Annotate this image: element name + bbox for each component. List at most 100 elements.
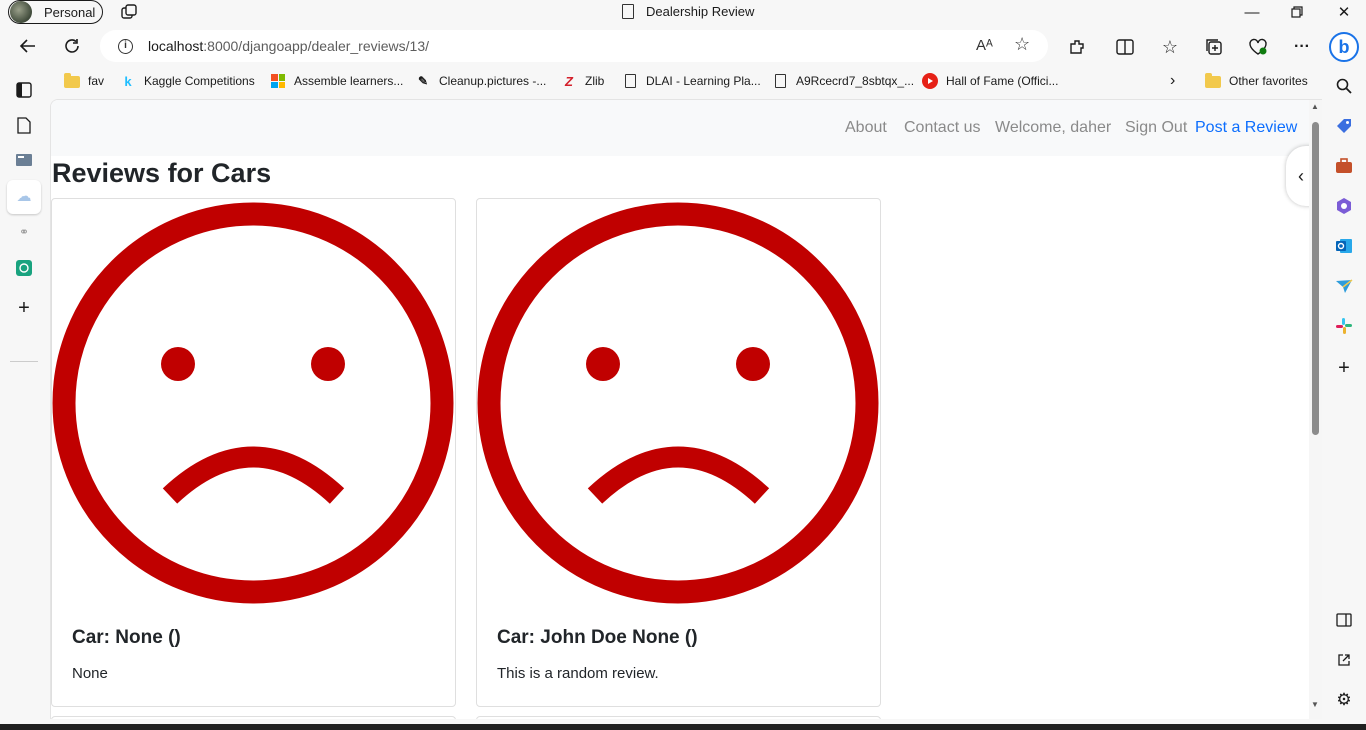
folder-icon (64, 73, 80, 89)
back-arrow-icon (19, 39, 35, 53)
add-sidebar-app-plus-icon[interactable]: + (1334, 357, 1354, 379)
scrollbar-thumb[interactable] (1312, 122, 1319, 435)
review-car-title: Car: John Doe None () (497, 627, 698, 648)
review-card: Car: John Doe None () This is a random r… (476, 198, 881, 707)
vertical-tabs-bar: ☁ ⚭ + (0, 74, 48, 724)
site-navbar: About Contact us Welcome, daher Sign Out… (51, 100, 1309, 156)
favorite-item[interactable]: k Kaggle Competitions (120, 72, 254, 90)
nav-about-link[interactable]: About (845, 119, 887, 137)
tab-dealership-review[interactable] (14, 115, 34, 135)
post-review-link[interactable]: Post a Review (1195, 119, 1297, 137)
window-title-text: Dealership Review (646, 4, 755, 19)
refresh-icon (65, 39, 79, 53)
microsoft365-icon[interactable] (1334, 196, 1354, 216)
cleanup-icon: ✎ (417, 74, 429, 88)
tab-actions-icon[interactable] (14, 80, 34, 100)
favorite-label: Zlib (585, 74, 605, 88)
shopping-tag-icon[interactable] (1334, 116, 1354, 136)
other-favorites-label: Other favorites (1229, 74, 1308, 88)
workspaces-icon[interactable] (120, 3, 138, 21)
minimize-button[interactable]: — (1243, 3, 1261, 21)
page-icon (772, 73, 788, 89)
site-info-icon[interactable]: i (118, 38, 133, 54)
chevron-left-icon: ‹ (1298, 165, 1304, 186)
next-review-card-edge (51, 716, 456, 719)
favorite-item[interactable]: Z Zlib (561, 72, 604, 90)
kaggle-icon: k (124, 73, 132, 89)
slack-icon[interactable] (1334, 316, 1354, 336)
profile-label: Personal (44, 4, 96, 20)
favorite-item[interactable]: Hall of Fame (Offici... (922, 72, 1058, 90)
url-path: :8000/djangoapp/dealer_reviews/13/ (203, 38, 429, 54)
review-car-title: Car: None () (72, 627, 181, 648)
nav-signout-link[interactable]: Sign Out (1125, 119, 1187, 137)
settings-gear-icon[interactable]: ⚙ (1334, 690, 1354, 710)
page-viewport: About Contact us Welcome, daher Sign Out… (50, 99, 1322, 719)
os-taskbar (0, 724, 1366, 730)
read-aloud-icon[interactable]: Aᴬ (976, 37, 993, 54)
favorite-label: fav (88, 74, 105, 88)
url-host: localhost (148, 38, 204, 54)
refresh-button[interactable] (60, 34, 84, 58)
favorite-label: Cleanup.pictures -... (439, 74, 547, 88)
favorite-item[interactable]: ✎ Cleanup.pictures -... (415, 72, 546, 90)
extensions-icon[interactable] (1067, 37, 1087, 57)
more-options-icon[interactable]: ··· (1292, 37, 1312, 57)
favorite-label: Hall of Fame (Offici... (946, 74, 1059, 88)
page-icon (17, 116, 31, 134)
tab-cloud[interactable]: ☁ (14, 186, 34, 206)
external-link-icon[interactable] (1334, 650, 1354, 670)
favorite-star-icon[interactable]: ☆ (1014, 34, 1030, 55)
address-bar[interactable]: i localhost:8000/djangoapp/dealer_review… (100, 30, 1048, 62)
favorite-label: A9Rcecrd7_8sbtqx_... (796, 74, 915, 88)
favorite-item[interactable]: DLAI - Learning Pla... (622, 72, 761, 90)
tools-briefcase-icon[interactable] (1334, 156, 1354, 176)
favorites-overflow-chevron-icon[interactable]: › (1170, 72, 1175, 90)
tabs-divider (10, 361, 38, 362)
tab-link[interactable]: ⚭ (14, 222, 34, 242)
outlook-icon[interactable] (1334, 236, 1354, 256)
edge-sidebar: + ⚙ (1323, 68, 1366, 724)
split-screen-icon[interactable] (1115, 37, 1135, 57)
favorite-item[interactable]: A9Rcecrd7_8sbtqx_... (772, 72, 914, 90)
favorite-label: DLAI - Learning Pla... (646, 74, 761, 88)
next-review-card-edge (476, 716, 881, 719)
collections-icon[interactable] (1204, 37, 1224, 57)
favorite-label: Assemble learners... (294, 74, 404, 88)
favorite-item[interactable]: fav (64, 72, 104, 90)
tab-terminal[interactable] (14, 150, 34, 170)
drop-send-icon[interactable] (1334, 276, 1354, 296)
cloud-icon: ☁ (16, 188, 32, 205)
other-favorites[interactable]: Other favorites (1205, 72, 1308, 90)
review-card: Car: None () None (51, 198, 456, 707)
nav-welcome-user[interactable]: Welcome, daher (995, 119, 1111, 137)
link-icon: ⚭ (18, 225, 30, 239)
search-icon[interactable] (1334, 76, 1354, 96)
profile-avatar (10, 1, 32, 23)
new-tab-plus-icon[interactable]: + (14, 297, 34, 319)
sad-face-icon (52, 202, 454, 604)
back-button[interactable] (16, 34, 40, 58)
copilot-icon[interactable]: b (1329, 32, 1359, 62)
url-text[interactable]: localhost:8000/djangoapp/dealer_reviews/… (148, 38, 429, 54)
microsoft-icon (270, 73, 286, 89)
tab-chatgpt[interactable] (14, 258, 34, 278)
favorites-icon[interactable]: ☆ (1160, 37, 1180, 57)
sad-face-icon (477, 202, 879, 604)
review-text: None (72, 665, 108, 682)
zlib-icon: Z (565, 73, 573, 89)
favorite-item[interactable]: Assemble learners... (270, 72, 403, 90)
hide-sidebar-icon[interactable] (1334, 610, 1354, 630)
restore-icon (1291, 6, 1303, 18)
page-icon (622, 4, 634, 19)
chatgpt-icon (16, 260, 32, 276)
scroll-down-arrow-icon[interactable]: ▼ (1311, 700, 1319, 709)
title-bar: Personal Dealership Review — ✕ (0, 0, 1366, 24)
profile-button[interactable]: Personal (8, 0, 103, 24)
browser-essentials-icon[interactable] (1248, 37, 1268, 57)
close-button[interactable]: ✕ (1335, 3, 1353, 21)
scroll-up-arrow-icon[interactable]: ▲ (1311, 102, 1319, 111)
page-icon (622, 73, 638, 89)
restore-button[interactable] (1288, 3, 1306, 21)
nav-contact-link[interactable]: Contact us (904, 119, 980, 137)
